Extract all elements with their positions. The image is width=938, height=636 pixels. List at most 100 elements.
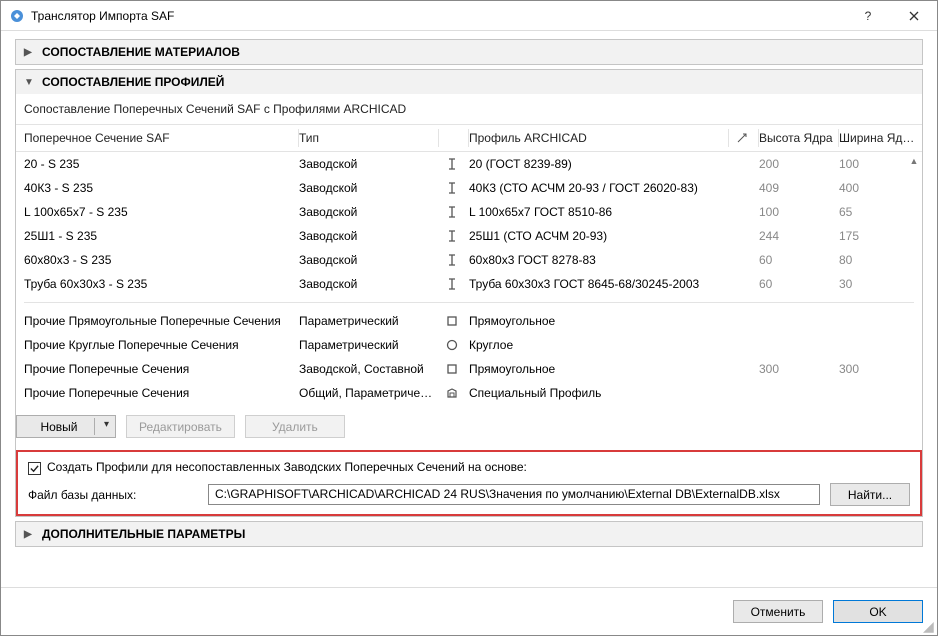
shape-icon — [439, 338, 469, 352]
cell-height: 60 — [759, 277, 839, 291]
cell-saf: Прочие Поперечные Сечения — [24, 362, 299, 376]
profiles-toolbar: Новый Редактировать Удалить — [16, 405, 922, 448]
help-button[interactable]: ? — [845, 1, 891, 31]
create-profiles-label: Создать Профили для несопоставленных Зав… — [47, 460, 527, 474]
panel-profiles-body: Сопоставление Поперечных Сечений SAF с П… — [16, 94, 922, 516]
cell-saf: Труба 60x30x3 - S 235 — [24, 277, 299, 291]
ibeam-icon — [439, 229, 469, 243]
table-separator — [24, 302, 914, 303]
table-header: Поперечное Сечение SAF Тип Профиль ARCHI… — [16, 124, 922, 152]
ibeam-icon — [439, 277, 469, 291]
panel-materials-header[interactable]: ▶ СОПОСТАВЛЕНИЕ МАТЕРИАЛОВ — [16, 40, 922, 64]
cell-profile: Прямоугольное — [469, 314, 729, 328]
cell-height: 244 — [759, 229, 839, 243]
panel-materials-title: СОПОСТАВЛЕНИЕ МАТЕРИАЛОВ — [42, 45, 240, 59]
ibeam-icon — [439, 205, 469, 219]
cell-height: 100 — [759, 205, 839, 219]
table-row[interactable]: Прочие Прямоугольные Поперечные СеченияП… — [24, 309, 914, 333]
new-button[interactable]: Новый — [16, 415, 116, 438]
chevron-down-icon: ▼ — [24, 77, 36, 88]
col-profile[interactable]: Профиль ARCHICAD — [469, 129, 729, 147]
cell-profile: 25Ш1 (СТО АСЧМ 20-93) — [469, 229, 729, 243]
cell-width: 65 — [839, 205, 919, 219]
col-width[interactable]: Ширина Ядра — [839, 129, 919, 147]
cell-width: 30 — [839, 277, 919, 291]
col-saf[interactable]: Поперечное Сечение SAF — [24, 129, 299, 147]
app-icon — [9, 8, 25, 24]
table-row[interactable]: Прочие Круглые Поперечные СеченияПарамет… — [24, 333, 914, 357]
cell-width: 300 — [839, 362, 919, 376]
delete-button-label: Удалить — [272, 420, 318, 434]
cancel-button[interactable]: Отменить — [733, 600, 823, 623]
panel-extra: ▶ ДОПОЛНИТЕЛЬНЫЕ ПАРАМЕТРЫ — [15, 521, 923, 547]
table-row[interactable]: Прочие Поперечные СеченияОбщий, Параметр… — [24, 381, 914, 405]
cell-type: Заводской — [299, 229, 439, 243]
cell-type: Общий, Параметрический — [299, 386, 439, 400]
cell-profile: Круглое — [469, 338, 729, 352]
cell-height: 409 — [759, 181, 839, 195]
create-profiles-box: Создать Профили для несопоставленных Зав… — [16, 450, 922, 516]
cell-type: Заводской — [299, 181, 439, 195]
edit-button[interactable]: Редактировать — [126, 415, 235, 438]
panel-profiles-header[interactable]: ▼ СОПОСТАВЛЕНИЕ ПРОФИЛЕЙ — [16, 70, 922, 94]
cell-profile: Труба 60x30x3 ГОСТ 8645-68/30245-2003 — [469, 277, 729, 291]
cell-profile: L 100x65x7 ГОСТ 8510-86 — [469, 205, 729, 219]
table-row[interactable]: L 100x65x7 - S 235Заводской L 100x65x7 ГО… — [24, 200, 914, 224]
panel-profiles-title: СОПОСТАВЛЕНИЕ ПРОФИЛЕЙ — [42, 75, 224, 89]
cell-saf: Прочие Прямоугольные Поперечные Сечения — [24, 314, 299, 328]
cell-height: 60 — [759, 253, 839, 267]
db-file-path[interactable]: C:\GRAPHISOFT\ARCHICAD\ARCHICAD 24 RUS\З… — [208, 484, 820, 505]
dialog-window: Транслятор Импорта SAF ? ▶ СОПОСТАВЛЕНИЕ… — [0, 0, 938, 636]
cell-profile: 40К3 (СТО АСЧМ 20-93 / ГОСТ 26020-83) — [469, 181, 729, 195]
cell-height: 300 — [759, 362, 839, 376]
cell-type: Заводской — [299, 205, 439, 219]
cell-height: 200 — [759, 157, 839, 171]
browse-button-label: Найти... — [848, 488, 892, 502]
dialog-footer: Отменить OK ◢ — [1, 587, 937, 635]
content-area: ▶ СОПОСТАВЛЕНИЕ МАТЕРИАЛОВ ▼ СОПОСТАВЛЕН… — [15, 39, 923, 581]
cell-profile: 20 (ГОСТ 8239-89) — [469, 157, 729, 171]
cell-type: Параметрический — [299, 338, 439, 352]
ibeam-icon — [439, 253, 469, 267]
close-button[interactable] — [891, 1, 937, 31]
cell-type: Параметрический — [299, 314, 439, 328]
delete-button[interactable]: Удалить — [245, 415, 345, 438]
window-title: Транслятор Импорта SAF — [31, 9, 845, 23]
cell-width: 80 — [839, 253, 919, 267]
col-link-icon — [729, 129, 759, 147]
cell-saf: Прочие Поперечные Сечения — [24, 386, 299, 400]
cancel-button-label: Отменить — [751, 605, 806, 619]
col-type[interactable]: Тип — [299, 129, 439, 147]
scroll-up-icon[interactable]: ▲ — [908, 154, 920, 168]
cell-type: Заводской — [299, 277, 439, 291]
new-button-label: Новый — [40, 420, 77, 434]
cell-saf: L 100x65x7 - S 235 — [24, 205, 299, 219]
col-height[interactable]: Высота Ядра — [759, 129, 839, 147]
titlebar: Транслятор Импорта SAF ? — [1, 1, 937, 31]
table-rows-generic: Прочие Прямоугольные Поперечные СеченияП… — [16, 309, 922, 405]
table-row[interactable]: 20 - S 235Заводской20 (ГОСТ 8239-89)2001… — [24, 152, 914, 176]
browse-button[interactable]: Найти... — [830, 483, 910, 506]
ibeam-icon — [439, 157, 469, 171]
panel-materials: ▶ СОПОСТАВЛЕНИЕ МАТЕРИАЛОВ — [15, 39, 923, 65]
cell-width: 175 — [839, 229, 919, 243]
ok-button[interactable]: OK — [833, 600, 923, 623]
chevron-right-icon: ▶ — [24, 47, 36, 58]
table-row[interactable]: Прочие Поперечные СеченияЗаводской, Сост… — [24, 357, 914, 381]
cell-profile: Специальный Профиль — [469, 386, 729, 400]
resize-grip-icon[interactable]: ◢ — [923, 621, 935, 633]
db-file-label: Файл базы данных: — [28, 488, 198, 502]
cell-type: Заводской, Составной — [299, 362, 439, 376]
table-row[interactable]: 40К3 - S 235Заводской40К3 (СТО АСЧМ 20-9… — [24, 176, 914, 200]
shape-icon — [439, 314, 469, 328]
panel-profiles: ▼ СОПОСТАВЛЕНИЕ ПРОФИЛЕЙ Сопоставление П… — [15, 69, 923, 517]
create-profiles-checkbox[interactable] — [28, 462, 41, 475]
panel-extra-header[interactable]: ▶ ДОПОЛНИТЕЛЬНЫЕ ПАРАМЕТРЫ — [16, 522, 922, 546]
table-row[interactable]: Труба 60x30x3 - S 235Заводской Труба 60x3… — [24, 272, 914, 296]
table-row[interactable]: 60x80x3 - S 235Заводской60x80x3 ГОСТ 827… — [24, 248, 914, 272]
table-row[interactable]: 25Ш1 - S 235Заводской25Ш1 (СТО АСЧМ 20-9… — [24, 224, 914, 248]
chevron-right-icon: ▶ — [24, 529, 36, 540]
cell-saf: 60x80x3 - S 235 — [24, 253, 299, 267]
profiles-description: Сопоставление Поперечных Сечений SAF с П… — [16, 102, 922, 124]
col-type-icon — [439, 129, 469, 147]
